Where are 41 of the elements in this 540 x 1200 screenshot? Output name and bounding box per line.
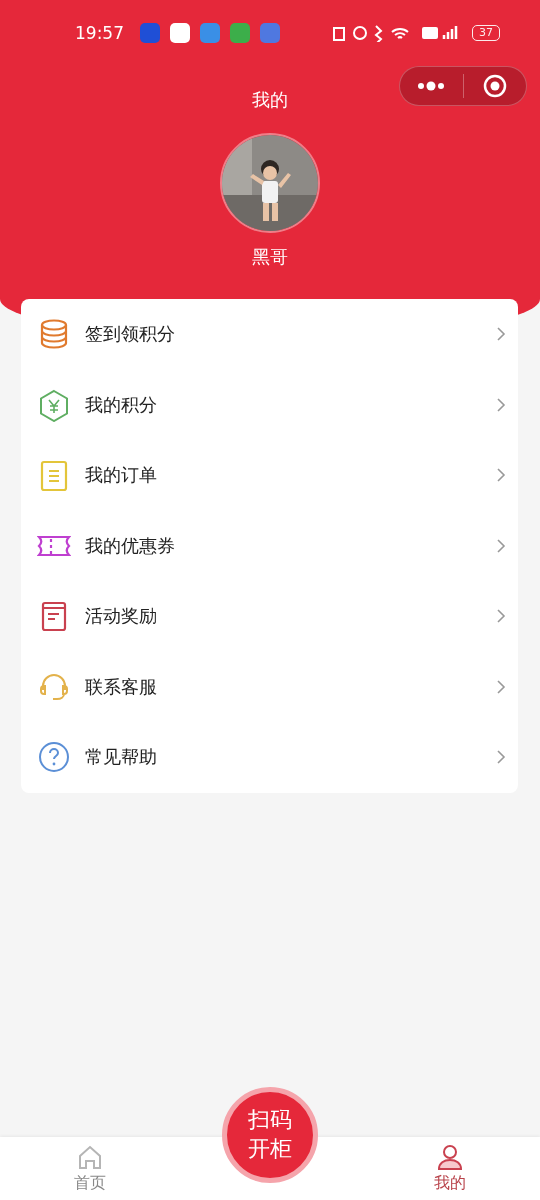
menu-label: 联系客服 [85, 674, 158, 699]
status-time: 19:57 [75, 23, 124, 43]
chevron-icon [496, 537, 506, 554]
menu-item[interactable]: 联系客服 [21, 651, 518, 722]
menu-label: 活动奖励 [85, 604, 158, 629]
menu-label: 我的订单 [85, 463, 158, 488]
menu-item[interactable]: 我的优惠券 [21, 510, 518, 581]
app-notification-icon [230, 23, 250, 43]
app-notification-icon [140, 23, 160, 43]
app-notification-icon [200, 23, 220, 43]
menu-label: 我的优惠券 [85, 533, 176, 558]
tab-label: 首页 [74, 1173, 106, 1194]
menu-item[interactable]: 常见帮助 [21, 722, 518, 793]
battery-level: 37 [472, 25, 500, 41]
tab-item[interactable]: 首页 [0, 1137, 180, 1200]
more-icon [416, 81, 447, 91]
user-icon [436, 1143, 464, 1171]
target-icon [482, 74, 507, 98]
user-name: 黑哥 [252, 245, 288, 269]
menu-item[interactable]: 签到领积分 [21, 299, 518, 370]
chevron-icon [496, 749, 506, 766]
menu-item[interactable]: 我的积分 [21, 369, 518, 440]
scan-button[interactable]: 扫码开柜 [222, 1087, 318, 1183]
tab-item[interactable]: 我的 [360, 1137, 540, 1200]
app-notification-icon [170, 23, 190, 43]
chevron-icon [496, 678, 506, 695]
help-icon [37, 740, 71, 775]
menu-label: 常见帮助 [85, 745, 158, 770]
menu-label: 我的积分 [85, 392, 158, 417]
chevron-icon [496, 467, 506, 484]
page-title: 我的 [252, 88, 288, 112]
chevron-icon [496, 396, 506, 413]
tab-label: 我的 [434, 1173, 466, 1194]
menu-item[interactable]: 活动奖励 [21, 581, 518, 652]
yuan-hexagon-icon [37, 387, 71, 422]
chevron-icon [496, 326, 506, 343]
app-notification-icon [260, 23, 280, 43]
menu-label: 签到领积分 [85, 322, 176, 347]
menu-item[interactable]: 我的订单 [21, 440, 518, 511]
chevron-icon [496, 608, 506, 625]
home-icon [76, 1143, 104, 1171]
